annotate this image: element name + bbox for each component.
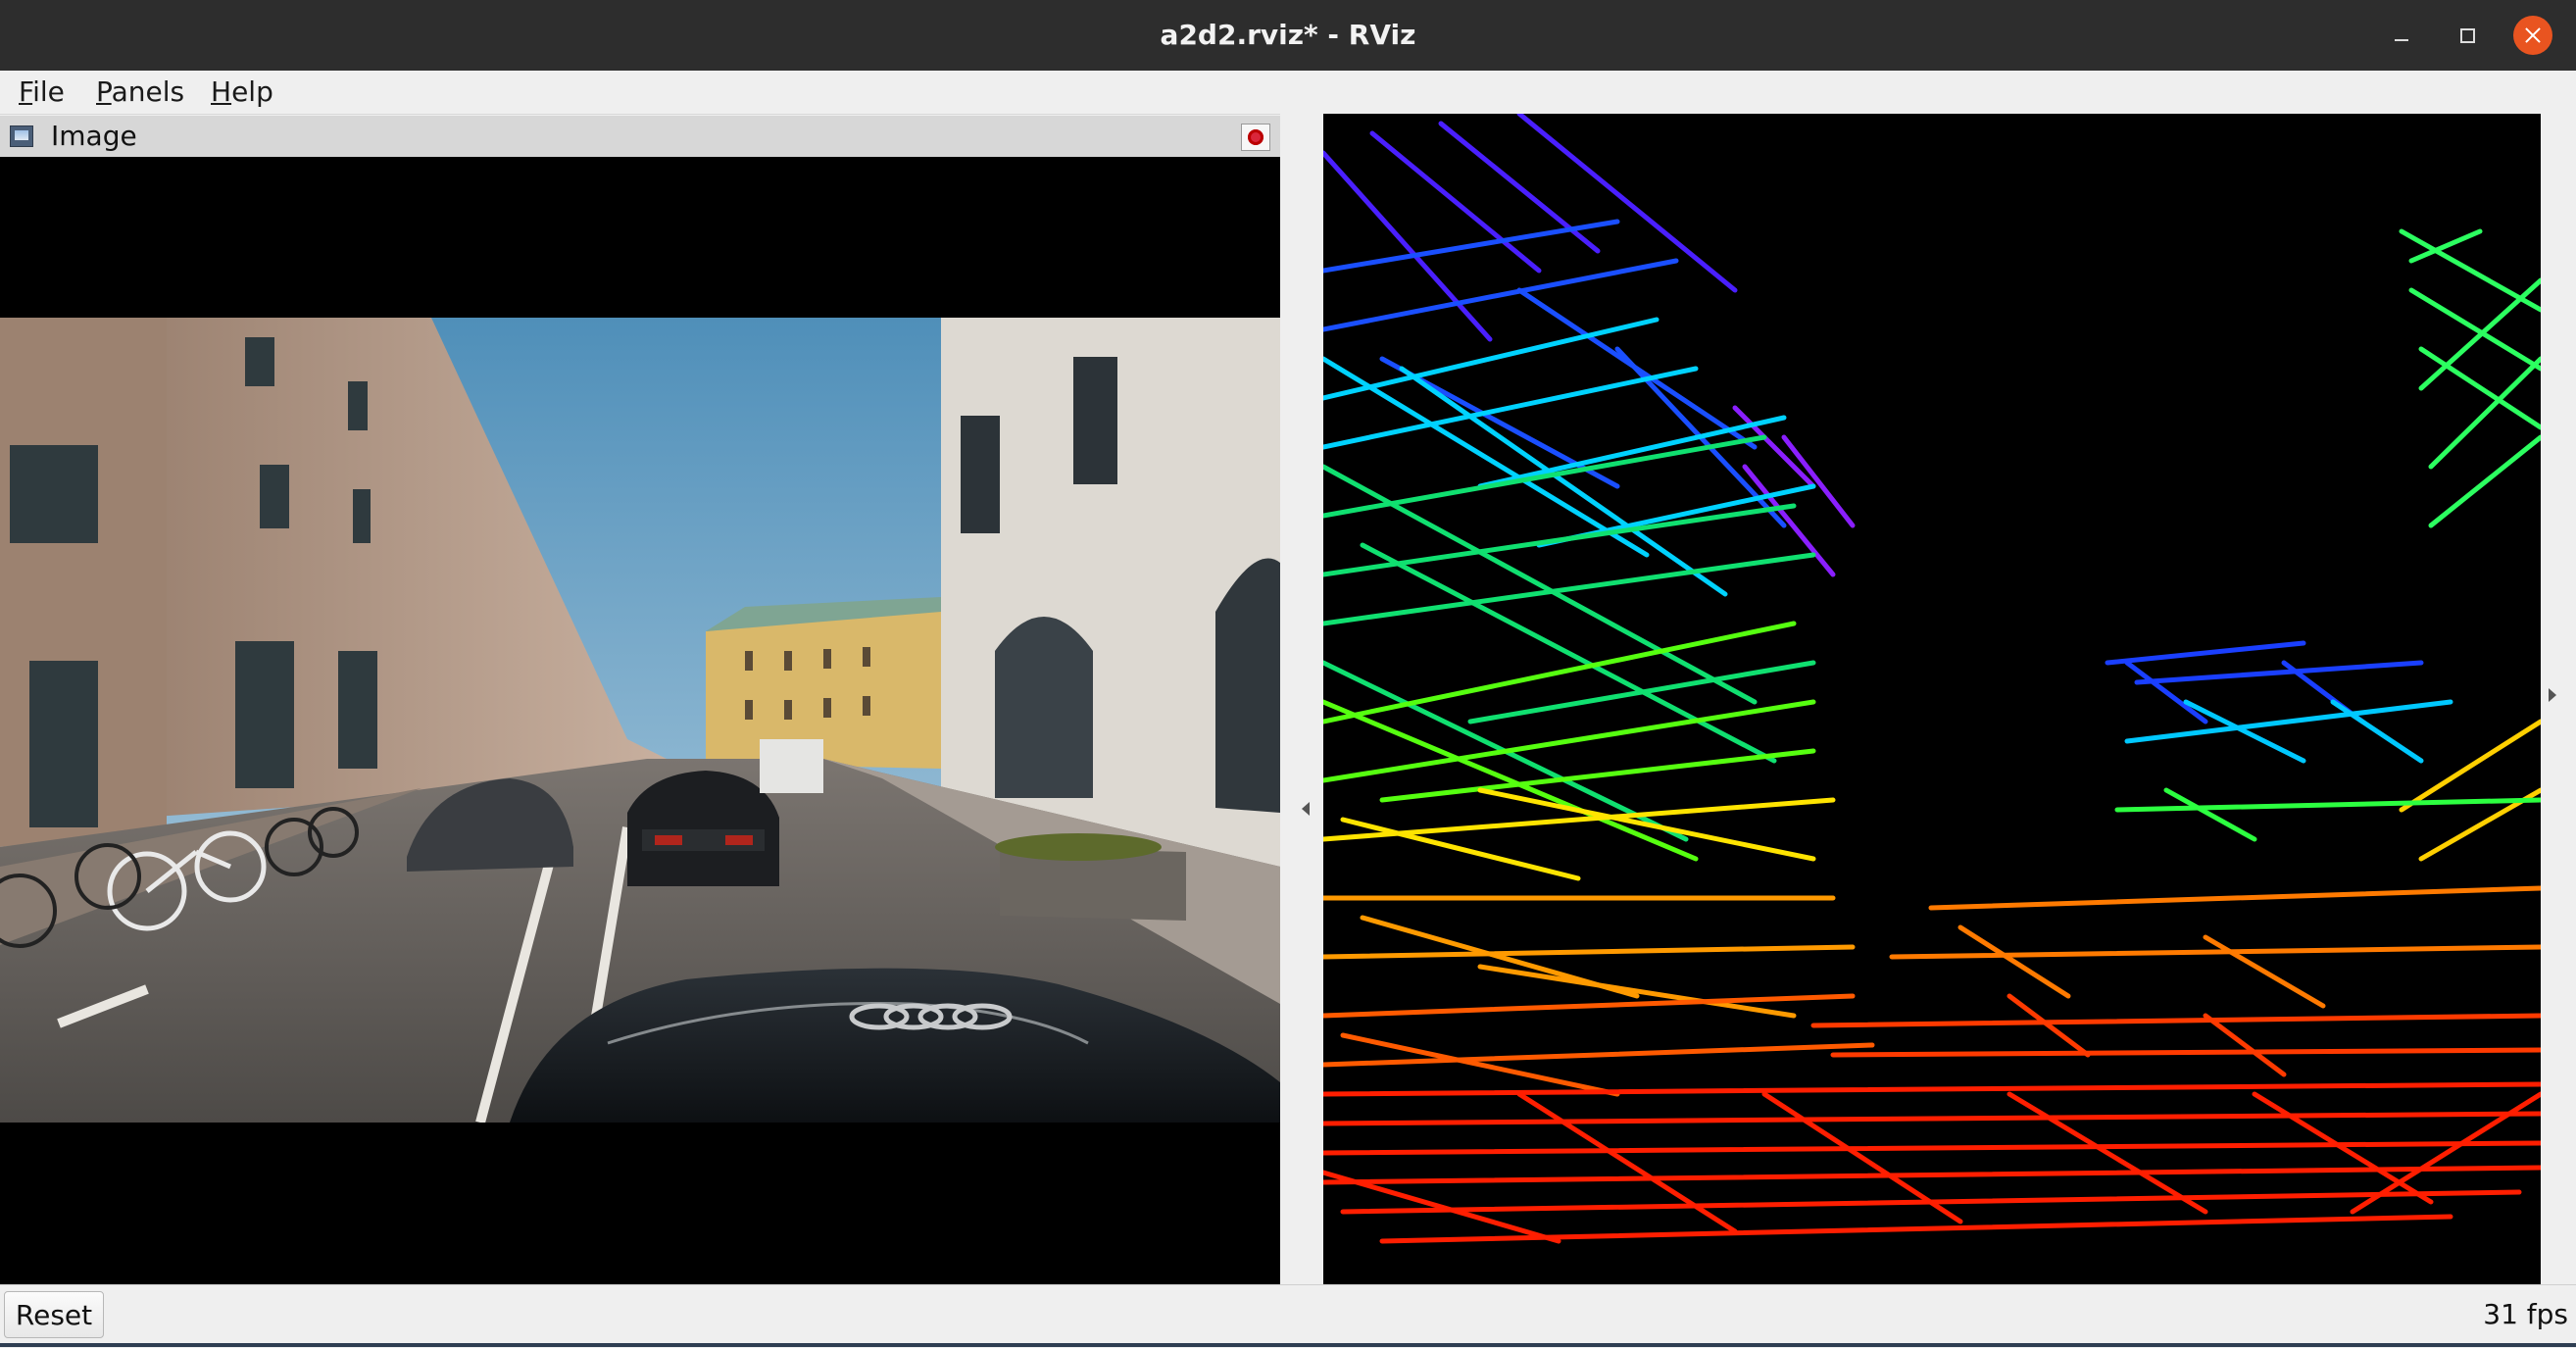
status-bar: Reset 31 fps xyxy=(0,1284,2576,1348)
window-close-icon[interactable] xyxy=(2513,16,2552,55)
point-cloud xyxy=(1323,114,2541,1244)
reset-button[interactable]: Reset xyxy=(4,1291,104,1338)
panel-splitter[interactable] xyxy=(1280,114,1323,1284)
image-icon xyxy=(10,125,33,147)
collapse-left-icon[interactable] xyxy=(1302,802,1310,816)
right-dock-strip xyxy=(2541,114,2576,1284)
menu-bar: File Panels Help xyxy=(0,71,2576,115)
menu-help[interactable]: Help xyxy=(211,71,273,114)
panel-close-icon[interactable] xyxy=(1241,124,1270,151)
fps-readout: 31 fps xyxy=(2483,1298,2568,1330)
image-panel-header[interactable]: Image xyxy=(0,116,1280,158)
menu-file[interactable]: File xyxy=(19,71,65,114)
window-title-bar: a2d2.rviz* - RViz xyxy=(0,0,2576,71)
window-title: a2d2.rviz* - RViz xyxy=(1160,19,1416,51)
render-view-3d[interactable] xyxy=(1323,114,2541,1284)
image-view[interactable] xyxy=(0,157,1280,1284)
window-bottom-border xyxy=(0,1343,2576,1347)
menu-panels[interactable]: Panels xyxy=(96,71,184,114)
minimize-icon[interactable] xyxy=(2382,16,2421,55)
collapse-right-icon[interactable] xyxy=(2549,688,2556,702)
camera-image xyxy=(0,318,1280,1123)
image-panel-title: Image xyxy=(51,120,137,152)
maximize-icon[interactable] xyxy=(2448,16,2487,55)
